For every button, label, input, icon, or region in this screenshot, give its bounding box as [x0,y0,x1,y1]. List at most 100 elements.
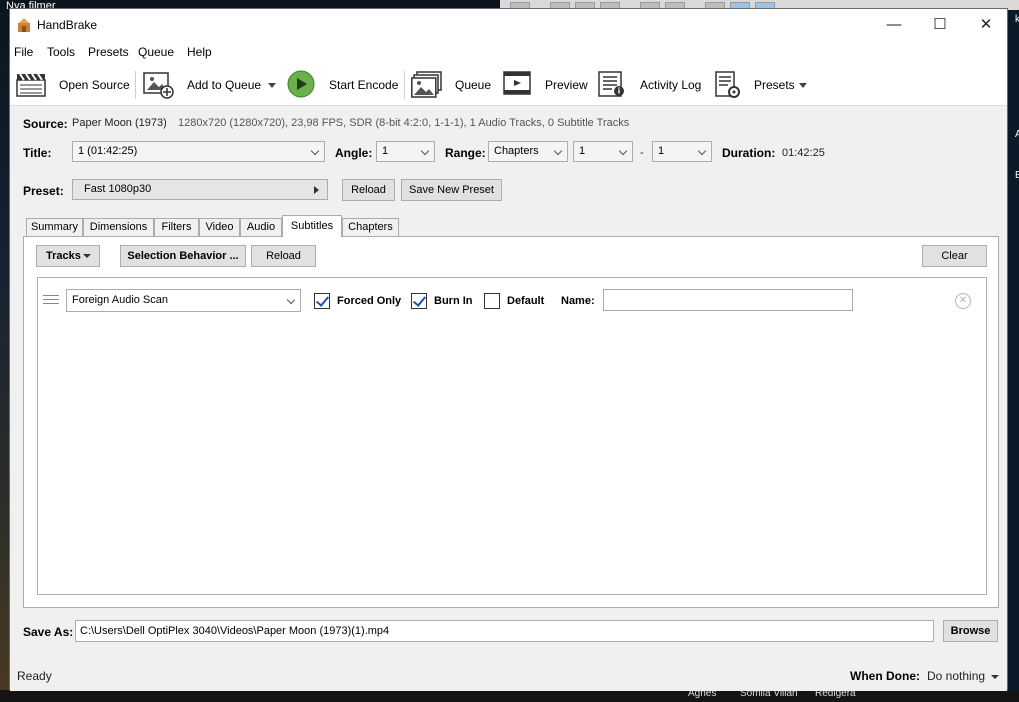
drag-handle-icon[interactable] [43,295,59,307]
range-end-value: 1 [658,145,665,157]
preset-reload-button[interactable]: Reload [342,179,395,201]
minimize-button[interactable]: — [871,9,917,41]
preview-button[interactable]: Preview [545,78,588,92]
subtitles-reload-button[interactable]: Reload [251,245,316,267]
presets-dropdown-icon[interactable] [799,83,807,88]
menu-file[interactable]: File [14,45,33,59]
chevron-down-icon [553,146,563,156]
subtitle-track-list: Foreign Audio Scan Forced Only Burn In D… [37,277,987,595]
source-label: Source: [23,117,68,131]
menu-presets[interactable]: Presets [88,45,129,59]
start-encode-icon[interactable] [287,70,315,98]
queue-button[interactable]: Queue [455,78,491,92]
tab-filters[interactable]: Filters [154,218,199,236]
presets-button[interactable]: Presets [754,78,795,92]
title-select[interactable]: 1 (01:42:25) [72,141,325,162]
clapperboard-icon[interactable] [16,71,46,97]
angle-label: Angle: [335,146,373,160]
title-select-value: 1 (01:42:25) [78,145,138,157]
forced-only-checkbox[interactable] [314,293,330,309]
track-name-label: Name: [561,295,595,307]
checkmark-icon [315,293,330,307]
chevron-down-icon [286,295,296,305]
source-name: Paper Moon (1973) [72,117,167,129]
activity-log-button[interactable]: Activity Log [640,78,701,92]
angle-select[interactable]: 1 [376,141,435,162]
background-letter: E [1015,170,1019,181]
preset-selector[interactable]: Fast 1080p30 [72,179,328,200]
save-as-path-input[interactable]: C:\Users\Dell OptiPlex 3040\Videos\Paper… [75,620,934,642]
source-info: 1280x720 (1280x720), 23,98 FPS, SDR (8-b… [178,117,630,129]
preview-icon[interactable] [503,71,531,95]
default-label: Default [507,295,545,307]
title-bar[interactable]: HandBrake — ☐ ✕ [10,9,1007,41]
chevron-down-icon [310,146,320,156]
range-end-select[interactable]: 1 [652,141,712,162]
menu-tools[interactable]: Tools [47,45,75,59]
browse-button[interactable]: Browse [943,620,998,642]
tab-video[interactable]: Video [199,218,240,236]
window-title: HandBrake [37,18,98,32]
when-done-value: Do nothing [927,669,986,683]
background-desktop-strip: Agnes Somlia Villan Redigera [0,688,1019,702]
tab-dimensions[interactable]: Dimensions [83,218,154,236]
close-button[interactable]: ✕ [963,9,1009,41]
open-source-button[interactable]: Open Source [59,78,130,92]
preset-value: Fast 1080p30 [84,183,152,195]
range-type-select[interactable]: Chapters [488,141,568,162]
subtitle-source-select[interactable]: Foreign Audio Scan [66,289,301,312]
save-new-preset-button[interactable]: Save New Preset [401,179,502,201]
presets-icon[interactable] [715,71,741,99]
handbrake-window: HandBrake — ☐ ✕ File Tools Presets Queue… [9,8,1008,691]
burn-in-label: Burn In [434,295,473,307]
remove-track-icon[interactable]: ✕ [955,293,971,309]
default-checkbox[interactable] [484,293,500,309]
handbrake-logo-icon [18,18,30,32]
background-window-edge: k A E [1008,10,1019,702]
menu-help[interactable]: Help [187,45,212,59]
start-encode-button[interactable]: Start Encode [329,78,398,92]
maximize-button[interactable]: ☐ [917,9,963,41]
tab-audio[interactable]: Audio [240,218,282,236]
tracks-dropdown-icon [83,254,91,258]
chevron-down-icon [697,146,707,156]
track-name-input[interactable] [603,289,853,311]
preset-label: Preset: [23,184,64,198]
status-bar: Ready When Done: Do nothing [10,660,1007,691]
tab-summary[interactable]: Summary [26,218,83,236]
when-done-select[interactable]: Do nothing [927,668,999,686]
range-start-select[interactable]: 1 [573,141,633,162]
activity-log-icon[interactable] [598,71,626,97]
tab-chapters[interactable]: Chapters [342,218,399,236]
angle-select-value: 1 [382,145,389,157]
clear-button[interactable]: Clear [922,245,987,267]
range-start-value: 1 [579,145,586,157]
title-label: Title: [23,146,52,160]
selection-behavior-button[interactable]: Selection Behavior ... [120,245,246,267]
chevron-down-icon [991,675,999,679]
range-dash: - [640,147,644,159]
subtitles-panel: Tracks Selection Behavior ... Reload Cle… [23,236,999,608]
chevron-down-icon [618,146,628,156]
range-label: Range: [445,146,486,160]
background-letter: A [1015,129,1019,140]
range-type-value: Chapters [494,145,539,157]
queue-icon[interactable] [411,71,443,99]
background-letter: k [1015,14,1019,25]
forced-only-label: Forced Only [337,295,402,307]
status-text: Ready [17,669,52,683]
toolbar-separator [135,71,136,99]
chevron-down-icon [420,146,430,156]
menu-bar: File Tools Presets Queue Help [10,41,1007,63]
burn-in-checkbox[interactable] [411,293,427,309]
save-as-label: Save As: [23,625,74,639]
menu-queue[interactable]: Queue [138,45,174,59]
duration-label: Duration: [722,146,776,160]
toolbar-separator [404,71,405,99]
tracks-button-label: Tracks [46,250,81,262]
add-to-queue-dropdown-icon[interactable] [268,83,276,88]
add-to-queue-button[interactable]: Add to Queue [187,78,261,92]
add-to-queue-icon[interactable] [143,71,175,99]
tracks-button[interactable]: Tracks [36,245,100,267]
tab-subtitles[interactable]: Subtitles [282,215,342,237]
